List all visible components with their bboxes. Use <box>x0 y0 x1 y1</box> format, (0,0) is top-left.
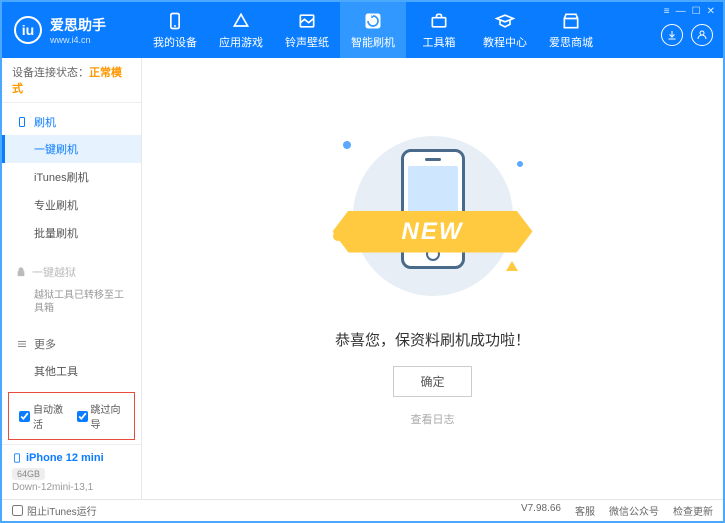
download-icon <box>666 29 678 41</box>
app-url: www.i4.cn <box>50 35 106 45</box>
close-icon[interactable]: ✕ <box>707 6 715 17</box>
toolbox-icon <box>429 11 449 31</box>
refresh-icon <box>363 11 383 31</box>
sidebar-jailbreak-header[interactable]: 一键越狱 <box>2 259 141 285</box>
sidebar-item-batch[interactable]: 批量刷机 <box>2 219 141 247</box>
wallpaper-icon <box>297 11 317 31</box>
service-link[interactable]: 客服 <box>575 503 595 518</box>
app-title: 爱思助手 <box>50 15 106 35</box>
checkbox-skip-guide[interactable]: 跳过向导 <box>77 401 125 431</box>
apps-icon <box>231 11 251 31</box>
version-label: V7.98.66 <box>521 503 561 518</box>
main-content: NEW 恭喜您，保资料刷机成功啦！ 确定 查看日志 <box>142 58 723 499</box>
sidebar-flash-header[interactable]: 刷机 <box>2 109 141 135</box>
list-icon <box>16 338 28 350</box>
update-link[interactable]: 检查更新 <box>673 503 713 518</box>
sidebar: 设备连接状态：正常模式 刷机 一键刷机 iTunes刷机 专业刷机 批量刷机 一… <box>2 58 142 499</box>
graduation-icon <box>495 11 515 31</box>
maximize-icon[interactable]: ☐ <box>692 6 701 17</box>
jailbreak-note: 越狱工具已转移至工具箱 <box>2 285 141 319</box>
checkbox-auto-activate[interactable]: 自动激活 <box>19 401 67 431</box>
wechat-link[interactable]: 微信公众号 <box>609 503 659 518</box>
device-info: iPhone 12 mini 64GB Down-12mini-13,1 <box>2 444 141 499</box>
phone-icon <box>165 11 185 31</box>
device-status: 设备连接状态：正常模式 <box>2 58 141 103</box>
sidebar-more-header[interactable]: 更多 <box>2 331 141 357</box>
logo: iu 爱思助手 www.i4.cn <box>2 15 142 45</box>
sidebar-item-pro[interactable]: 专业刷机 <box>2 191 141 219</box>
footer: 阻止iTunes运行 V7.98.66 客服 微信公众号 检查更新 <box>2 499 723 521</box>
nav: 我的设备 应用游戏 铃声壁纸 智能刷机 工具箱 教程中心 爱思商城 <box>142 2 723 58</box>
sidebar-item-itunes[interactable]: iTunes刷机 <box>2 163 141 191</box>
nav-flash[interactable]: 智能刷机 <box>340 2 406 58</box>
new-ribbon: NEW <box>333 211 533 253</box>
nav-my-device[interactable]: 我的设备 <box>142 2 208 58</box>
minimize-icon[interactable]: — <box>676 6 686 17</box>
device-name[interactable]: iPhone 12 mini <box>12 451 131 465</box>
phone-small-icon <box>16 116 28 128</box>
user-button[interactable] <box>691 24 713 46</box>
success-illustration: NEW <box>323 131 543 301</box>
logo-icon: iu <box>14 16 42 44</box>
nav-toolbox[interactable]: 工具箱 <box>406 2 472 58</box>
nav-tutorials[interactable]: 教程中心 <box>472 2 538 58</box>
lock-icon <box>16 267 26 277</box>
window-controls: ≡ — ☐ ✕ <box>664 6 715 17</box>
nav-ringtones[interactable]: 铃声壁纸 <box>274 2 340 58</box>
nav-store[interactable]: 爱思商城 <box>538 2 604 58</box>
sidebar-item-firmware[interactable]: 下载固件 <box>2 385 141 388</box>
menu-icon[interactable]: ≡ <box>664 6 670 17</box>
sidebar-item-oneclick[interactable]: 一键刷机 <box>2 135 141 163</box>
device-model: Down-12mini-13,1 <box>12 482 131 493</box>
header: iu 爱思助手 www.i4.cn 我的设备 应用游戏 铃声壁纸 智能刷机 工具… <box>2 2 723 58</box>
success-message: 恭喜您，保资料刷机成功啦！ <box>335 329 530 350</box>
options-box: 自动激活 跳过向导 <box>8 392 135 440</box>
view-log-link[interactable]: 查看日志 <box>411 411 455 427</box>
device-icon <box>12 451 22 465</box>
checkbox-block-itunes[interactable]: 阻止iTunes运行 <box>12 503 97 518</box>
nav-apps[interactable]: 应用游戏 <box>208 2 274 58</box>
device-storage: 64GB <box>12 468 45 480</box>
sidebar-item-other[interactable]: 其他工具 <box>2 357 141 385</box>
download-button[interactable] <box>661 24 683 46</box>
ok-button[interactable]: 确定 <box>393 366 471 397</box>
store-icon <box>561 11 581 31</box>
user-icon <box>696 29 708 41</box>
